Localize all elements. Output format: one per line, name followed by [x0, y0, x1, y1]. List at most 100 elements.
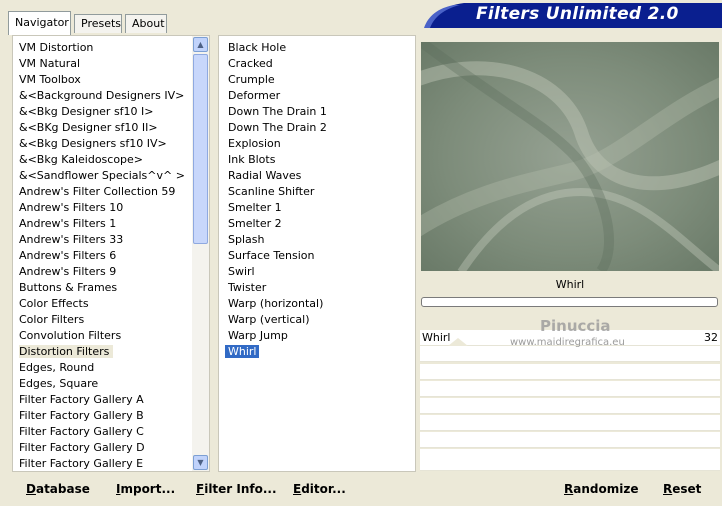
category-item-label: Andrew's Filters 33 — [19, 233, 124, 246]
category-item[interactable]: &<Background Designers IV> — [14, 88, 192, 104]
category-item-label: &<BKg Designer sf10 II> — [19, 121, 158, 134]
filter-item-label: Down The Drain 2 — [228, 121, 327, 134]
scroll-down-icon[interactable]: ▼ — [193, 455, 208, 470]
category-item[interactable]: Color Effects — [14, 296, 192, 312]
filter-item[interactable]: Black Hole — [223, 40, 403, 56]
param-row-empty — [420, 415, 720, 431]
category-item[interactable]: &<Bkg Kaleidoscope> — [14, 152, 192, 168]
category-item-label: Filter Factory Gallery A — [19, 393, 144, 406]
category-item[interactable]: Filter Factory Gallery D — [14, 440, 192, 456]
filter-item[interactable]: Cracked — [223, 56, 403, 72]
category-item[interactable]: Filter Factory Gallery E — [14, 456, 192, 472]
filter-item[interactable]: Swirl — [223, 264, 403, 280]
category-item-label: &<Bkg Designers sf10 IV> — [19, 137, 167, 150]
category-item[interactable]: Edges, Round — [14, 360, 192, 376]
category-item[interactable]: Andrew's Filters 9 — [14, 264, 192, 280]
category-item-label: Andrew's Filters 6 — [19, 249, 117, 262]
param-row-empty — [420, 432, 720, 448]
filter-item[interactable]: Radial Waves — [223, 168, 403, 184]
category-item-label: Andrew's Filter Collection 59 — [19, 185, 176, 198]
filter-item[interactable]: Surface Tension — [223, 248, 403, 264]
category-item-label: Buttons & Frames — [19, 281, 118, 294]
filter-item[interactable]: Scanline Shifter — [223, 184, 403, 200]
filter-item[interactable]: Twister — [223, 280, 403, 296]
category-item[interactable]: Filter Factory Gallery A — [14, 392, 192, 408]
category-item[interactable]: Color Filters — [14, 312, 192, 328]
category-item[interactable]: Filter Factory Gallery B — [14, 408, 192, 424]
category-scrollbar[interactable]: ▲ ▼ — [192, 36, 209, 471]
category-item-label: Filter Factory Gallery B — [19, 409, 144, 422]
category-item[interactable]: Andrew's Filters 33 — [14, 232, 192, 248]
param-row-empty — [420, 398, 720, 414]
randomize-button[interactable]: Randomize — [564, 482, 638, 496]
filter-item[interactable]: Crumple — [223, 72, 403, 88]
category-item[interactable]: &<Bkg Designers sf10 IV> — [14, 136, 192, 152]
filter-list[interactable]: Black Hole Cracked Crumple Deformer Down The… — [218, 35, 416, 472]
filter-item[interactable]: Smelter 2 — [223, 216, 403, 232]
import-button[interactable]: Import... — [116, 482, 175, 496]
filter-item[interactable]: Deformer — [223, 88, 403, 104]
category-list[interactable]: VM Distortion VM Natural VM Toolbox &<Backg… — [12, 35, 210, 472]
filter-item-label: Warp (horizontal) — [228, 297, 324, 310]
filter-item[interactable]: Ink Blots — [223, 152, 403, 168]
category-item[interactable]: Andrew's Filters 10 — [14, 200, 192, 216]
filter-item-label: Swirl — [228, 265, 255, 278]
param-row-empty — [420, 381, 720, 397]
app-title-banner: Filters Unlimited 2.0 — [424, 2, 722, 28]
category-item[interactable]: Edges, Square — [14, 376, 192, 392]
category-item[interactable]: Buttons & Frames — [14, 280, 192, 296]
category-item[interactable]: VM Toolbox — [14, 72, 192, 88]
filter-item[interactable]: Warp (horizontal) — [223, 296, 403, 312]
filter-item-label: Smelter 2 — [228, 217, 282, 230]
filter-item[interactable]: Explosion — [223, 136, 403, 152]
filter-item-label: Black Hole — [228, 41, 287, 54]
category-item-label: &<Bkg Designer sf10 I> — [19, 105, 154, 118]
editor-button[interactable]: Editor... — [293, 482, 346, 496]
param-row-empty — [420, 364, 720, 380]
filter-item[interactable]: Down The Drain 1 — [223, 104, 403, 120]
filter-item-label: Crumple — [228, 73, 275, 86]
filter-item-label: Down The Drain 1 — [228, 105, 327, 118]
filter-item[interactable]: Smelter 1 — [223, 200, 403, 216]
filter-item[interactable]: Warp (vertical) — [223, 312, 403, 328]
param-row-empty — [420, 346, 720, 362]
category-item[interactable]: Andrew's Filters 6 — [14, 248, 192, 264]
scroll-thumb[interactable] — [193, 54, 208, 244]
filter-item-label: Whirl — [225, 345, 260, 358]
param-value: 32 — [704, 331, 718, 344]
filter-item-label: Deformer — [228, 89, 281, 102]
category-item[interactable]: VM Distortion — [14, 40, 192, 56]
filter-item-label: Smelter 1 — [228, 201, 282, 214]
category-item[interactable]: &<Bkg Designer sf10 I> — [14, 104, 192, 120]
database-button[interactable]: Database — [26, 482, 90, 496]
category-item-label: Filter Factory Gallery E — [19, 457, 144, 470]
slider-indicator-icon[interactable] — [448, 336, 468, 346]
filter-item[interactable]: Splash — [223, 232, 403, 248]
tab-presets[interactable]: Presets — [74, 14, 122, 33]
progress-bar — [421, 297, 718, 307]
filter-item-label: Explosion — [228, 137, 281, 150]
scroll-up-icon[interactable]: ▲ — [193, 37, 208, 52]
category-item[interactable]: Andrew's Filters 1 — [14, 216, 192, 232]
category-item-label: Andrew's Filters 9 — [19, 265, 117, 278]
category-item[interactable]: &<BKg Designer sf10 II> — [14, 120, 192, 136]
category-item[interactable]: Filter Factory Gallery C — [14, 424, 192, 440]
tab-navigator[interactable]: Navigator — [8, 11, 71, 35]
filter-info-button[interactable]: Filter Info... — [196, 482, 277, 496]
category-item[interactable]: Andrew's Filter Collection 59 — [14, 184, 192, 200]
filter-item[interactable]: Warp Jump — [223, 328, 403, 344]
category-item-label: Distortion Filters — [19, 345, 114, 358]
filter-item-label: Warp Jump — [228, 329, 288, 342]
filter-item[interactable]: Whirl — [223, 344, 403, 360]
preview-filter-name: Whirl — [421, 276, 719, 294]
category-item[interactable]: Distortion Filters — [14, 344, 192, 360]
tab-about[interactable]: About — [125, 14, 167, 33]
category-item[interactable]: VM Natural — [14, 56, 192, 72]
reset-button[interactable]: Reset — [663, 482, 701, 496]
filter-item[interactable]: Down The Drain 2 — [223, 120, 403, 136]
category-item[interactable]: Convolution Filters — [14, 328, 192, 344]
category-item[interactable]: &<Sandflower Specials^v^ > — [14, 168, 192, 184]
param-row-empty — [420, 449, 720, 471]
filter-item-label: Radial Waves — [228, 169, 302, 182]
category-item-label: Filter Factory Gallery C — [19, 425, 144, 438]
